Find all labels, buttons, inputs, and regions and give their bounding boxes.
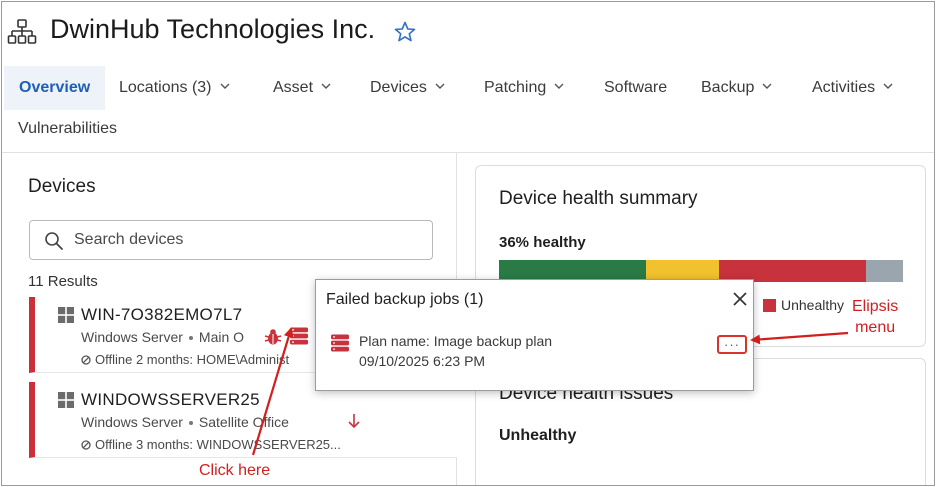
separator-dot bbox=[188, 421, 193, 426]
page-title: DwinHub Technologies Inc. bbox=[50, 14, 376, 44]
bug-icon[interactable] bbox=[263, 327, 283, 347]
chevron-down-icon bbox=[321, 83, 331, 89]
device-location: Satellite Office bbox=[198, 414, 289, 430]
healthy-percentage: 36% healthy bbox=[499, 234, 586, 251]
chevron-down-icon bbox=[220, 83, 229, 89]
windows-icon bbox=[58, 392, 74, 408]
chevron-down-icon bbox=[435, 83, 445, 89]
tab-vulnerabilities[interactable]: Vulnerabilities bbox=[18, 120, 117, 138]
health-summary-title: Device health summary bbox=[499, 188, 698, 209]
tab-locations[interactable]: Locations (3) bbox=[119, 66, 230, 110]
device-type: Windows Server bbox=[81, 414, 183, 430]
device-location: Main O bbox=[198, 329, 245, 345]
tab-label: Activities bbox=[812, 79, 876, 96]
legend-swatch bbox=[763, 298, 776, 312]
tab-label: Overview bbox=[19, 79, 91, 96]
backup-plan-name: Plan name: Image backup plan bbox=[359, 333, 553, 349]
star-outline-icon[interactable] bbox=[393, 20, 417, 44]
legend-item-unhealthy: Unhealthy bbox=[763, 297, 844, 313]
device-type: Windows Server bbox=[81, 329, 183, 345]
arrow-down-icon bbox=[348, 414, 360, 429]
tab-label: Backup bbox=[701, 79, 755, 96]
tab-patching[interactable]: Patching bbox=[484, 66, 564, 110]
failed-backup-jobs-popup: Failed backup jobs (1) Plan name: Image … bbox=[315, 279, 754, 391]
tab-activities[interactable]: Activities bbox=[812, 66, 893, 110]
annotation-click-here: Click here bbox=[199, 462, 271, 479]
health-bar-segment-unknown bbox=[866, 260, 903, 282]
tab-label: Patching bbox=[484, 79, 547, 96]
offline-icon bbox=[81, 354, 91, 365]
annotation-ellipsis-menu: Elipsis menu bbox=[852, 296, 898, 338]
popup-title: Failed backup jobs (1) bbox=[326, 291, 484, 308]
device-status-text: Offline 2 months: HOME\Administ bbox=[95, 352, 290, 367]
device-status: Offline 2 months: HOME\Administ bbox=[81, 352, 289, 367]
devices-panel-title: Devices bbox=[28, 176, 96, 197]
device-card[interactable]: WINDOWSSERVER25 Windows Server Satellite … bbox=[29, 382, 457, 458]
app-window: DwinHub Technologies Inc. Overview Locat… bbox=[1, 1, 935, 486]
annotation-line: Elipsis bbox=[852, 298, 899, 315]
results-count: 11 Results bbox=[28, 273, 98, 290]
device-name[interactable]: WIN-7O382EMO7L7 bbox=[81, 305, 242, 325]
chevron-down-icon bbox=[554, 83, 564, 89]
chevron-down-icon bbox=[762, 83, 772, 89]
tab-label: Devices bbox=[370, 79, 427, 96]
tab-devices[interactable]: Devices bbox=[370, 66, 445, 110]
device-status: Offline 3 months: WINDOWSSERVER25... bbox=[81, 437, 341, 452]
device-status-text: Offline 3 months: WINDOWSSERVER25... bbox=[95, 437, 341, 452]
legend-label: Unhealthy bbox=[781, 297, 845, 313]
search-input[interactable] bbox=[74, 221, 424, 259]
windows-icon bbox=[58, 307, 74, 323]
tabs-divider bbox=[2, 152, 934, 153]
tab-asset[interactable]: Asset bbox=[273, 66, 331, 110]
tab-label: Software bbox=[604, 79, 668, 96]
page-header: DwinHub Technologies Inc. bbox=[2, 2, 934, 64]
backup-job-date: 09/10/2025 6:23 PM bbox=[359, 353, 486, 369]
org-hierarchy-icon bbox=[7, 19, 37, 44]
tab-software[interactable]: Software bbox=[604, 66, 667, 110]
tab-label: Asset bbox=[273, 79, 314, 96]
tab-bar: Overview Locations (3) Asset Devices Pat… bbox=[2, 66, 934, 110]
failed-backup-icon bbox=[331, 334, 349, 352]
tab-label: Locations (3) bbox=[119, 79, 212, 96]
search-icon bbox=[45, 232, 63, 250]
tab-overview[interactable]: Overview bbox=[4, 66, 106, 110]
device-name[interactable]: WINDOWSSERVER25 bbox=[81, 390, 260, 410]
annotation-line: menu bbox=[855, 319, 896, 336]
close-icon[interactable] bbox=[731, 290, 749, 308]
chevron-down-icon bbox=[883, 83, 893, 89]
search-box bbox=[29, 220, 433, 260]
failed-backup-icon[interactable] bbox=[289, 326, 309, 346]
health-issues-subtitle: Unhealthy bbox=[499, 427, 577, 444]
tab-backup[interactable]: Backup bbox=[701, 66, 772, 110]
offline-icon bbox=[81, 439, 91, 450]
ellipsis-menu-button[interactable]: ··· bbox=[717, 335, 747, 354]
device-details: Windows Server Satellite Office bbox=[81, 414, 289, 430]
separator-dot bbox=[188, 336, 193, 341]
device-details: Windows Server Main O bbox=[81, 329, 244, 345]
